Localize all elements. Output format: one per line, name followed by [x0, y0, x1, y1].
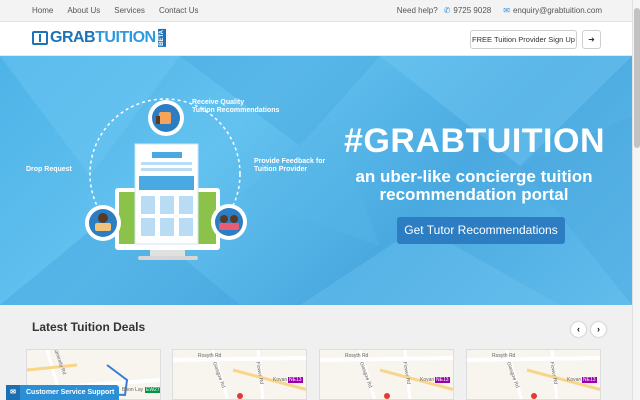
- get-tutor-recommendations-button[interactable]: Get Tutor Recommendations: [397, 217, 565, 244]
- logo[interactable]: GRAB TUITION BETA: [32, 27, 166, 49]
- mail-icon: ✉: [6, 385, 20, 400]
- road-label: Kovan: [420, 377, 435, 383]
- site-header: GRAB TUITION BETA FREE Tuition Provider S…: [0, 22, 632, 56]
- map-thumbnail: [173, 350, 306, 399]
- contact-info: Need help? ✆ 9725 9028 ✉ enquiry@grabtui…: [397, 6, 602, 15]
- nav-contact-us[interactable]: Contact Us: [159, 6, 199, 15]
- chevron-right-icon[interactable]: ›: [591, 322, 606, 337]
- map-thumbnail: [320, 350, 453, 399]
- road-label: Kovan: [567, 377, 582, 383]
- station-tag: NE13: [582, 377, 597, 383]
- customer-service-support-button[interactable]: ✉ Customer Service Support: [6, 385, 119, 400]
- station-tag: EW27: [145, 387, 160, 393]
- step-drop-label: Drop Request: [26, 166, 72, 173]
- step-receive-line2: Tuition Recommendations: [192, 107, 280, 114]
- top-nav: Home About Us Services Contact Us: [32, 6, 213, 15]
- need-help-text: Need help?: [396, 6, 438, 15]
- deal-card[interactable]: Rosyth Rd Glasgow Rd Flower Rd Kovan NE1…: [172, 349, 307, 400]
- chevron-left-icon[interactable]: ‹: [571, 322, 586, 337]
- step-feedback-label: Provide Feedback for Tuition Provider: [254, 158, 325, 174]
- road-label: Rosyth Rd: [345, 353, 369, 359]
- nav-home[interactable]: Home: [32, 6, 53, 15]
- logo-tuition-text: TUITION: [95, 29, 156, 46]
- hero-title: #GRABTUITION: [344, 122, 605, 160]
- map-thumbnail: [467, 350, 600, 399]
- hero-banner: Receive Quality Tuition Recommendations …: [0, 56, 632, 305]
- email-address[interactable]: enquiry@grabtuition.com: [513, 6, 602, 15]
- road-label: Boon Lay: [122, 387, 144, 393]
- email-icon: ✉: [503, 6, 510, 15]
- road-label: Rosyth Rd: [198, 353, 222, 359]
- deal-card[interactable]: Rosyth Rd Glasgow Rd Flower Rd Kovan NE1…: [319, 349, 454, 400]
- nav-about-us[interactable]: About Us: [67, 6, 100, 15]
- tuition-provider-signup-button[interactable]: FREE Tuition Provider Sign Up: [470, 30, 577, 49]
- scrollbar-thumb[interactable]: [634, 8, 640, 148]
- phone-number[interactable]: 9725 9028: [453, 6, 491, 15]
- deals-title: Latest Tuition Deals: [32, 320, 146, 334]
- book-logo-icon: [32, 31, 48, 45]
- step-feedback-line2: Tuition Provider: [254, 166, 308, 173]
- deal-card[interactable]: Rosyth Rd Glasgow Rd Flower Rd Kovan NE1…: [466, 349, 601, 400]
- station-tag: NE13: [288, 377, 303, 383]
- station-tag: NE13: [435, 377, 450, 383]
- top-bar: Home About Us Services Contact Us Need h…: [0, 0, 632, 22]
- sign-in-icon[interactable]: ➜: [582, 30, 601, 49]
- road-label: Rosyth Rd: [492, 353, 516, 359]
- beta-badge: BETA: [157, 29, 166, 47]
- step-receive-line1: Receive Quality: [192, 99, 245, 106]
- nav-services[interactable]: Services: [114, 6, 145, 15]
- page-scrollbar[interactable]: [632, 0, 640, 400]
- step-receive-label: Receive Quality Tuition Recommendations: [192, 99, 279, 115]
- support-label: Customer Service Support: [26, 389, 115, 396]
- hero-subtitle-line2: recommendation portal: [379, 185, 569, 204]
- step-feedback-line1: Provide Feedback for: [254, 158, 326, 165]
- hero-subtitle-line1: an uber-like concierge tuition: [355, 167, 593, 186]
- road-label: Kovan: [273, 377, 288, 383]
- phone-icon: ✆: [443, 6, 451, 15]
- process-illustration: [85, 98, 247, 260]
- logo-grab-text: GRAB: [50, 29, 96, 46]
